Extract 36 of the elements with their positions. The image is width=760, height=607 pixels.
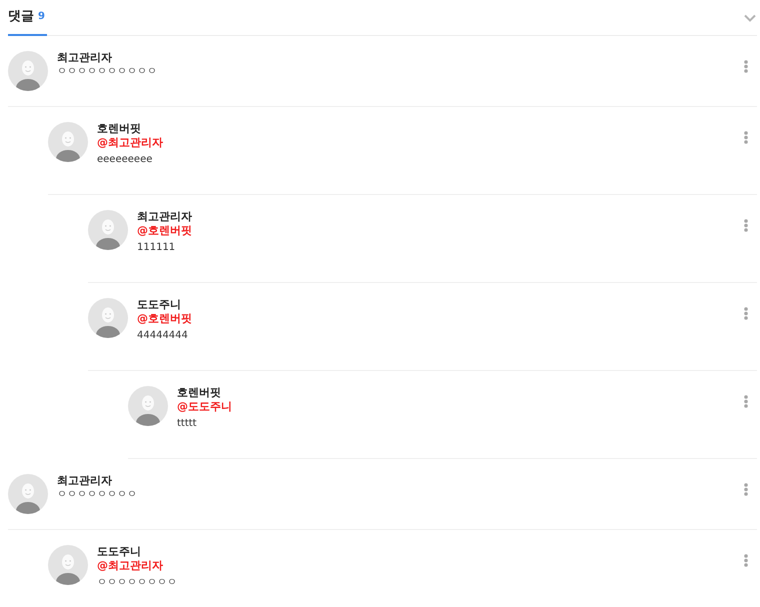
author-name: 최고관리자 <box>137 210 193 224</box>
mention-text: @최고관리자 <box>97 559 164 573</box>
author-name: 도도주니 <box>97 545 142 559</box>
comment-count: 9 <box>38 10 45 24</box>
mention-text: @호렌버핏 <box>137 224 193 238</box>
comment-text: ㅇㅇㅇㅇㅇㅇㅇㅇㅇㅇ <box>57 65 158 78</box>
mention-text: @최고관리자 <box>97 136 164 150</box>
author-name: 호렌버핏 <box>177 386 222 400</box>
more-options-icon[interactable] <box>744 219 748 232</box>
comment-text: eeeeeeeee <box>97 153 154 166</box>
comment-text: 111111 <box>137 241 176 254</box>
author-name: 호렌버핏 <box>97 122 142 136</box>
more-options-icon[interactable] <box>744 554 748 567</box>
more-options-icon[interactable] <box>744 131 748 144</box>
avatar-icon <box>128 386 168 426</box>
comment-text: 44444444 <box>137 329 189 342</box>
mention-text: @도도주니 <box>177 400 233 414</box>
comment-text: ㅇㅇㅇㅇㅇㅇㅇㅇ <box>97 576 178 589</box>
chevron-down-icon[interactable] <box>744 14 756 22</box>
more-options-icon[interactable] <box>744 483 748 496</box>
more-options-icon[interactable] <box>744 395 748 408</box>
avatar-icon <box>48 545 88 585</box>
more-options-icon[interactable] <box>744 60 748 73</box>
avatar-icon <box>8 474 48 514</box>
avatar-icon <box>8 51 48 91</box>
avatar-icon <box>88 298 128 338</box>
avatar-icon <box>88 210 128 250</box>
author-name: 최고관리자 <box>57 51 113 65</box>
comment-text: ttttt <box>177 417 198 430</box>
more-options-icon[interactable] <box>744 307 748 320</box>
author-name: 최고관리자 <box>57 474 113 488</box>
avatar-icon <box>48 122 88 162</box>
mention-text: @호렌버핏 <box>137 312 193 326</box>
author-name: 도도주니 <box>137 298 182 312</box>
comment-text: ㅇㅇㅇㅇㅇㅇㅇㅇ <box>57 488 138 501</box>
comments-tab[interactable]: 댓글 9 <box>8 0 47 36</box>
